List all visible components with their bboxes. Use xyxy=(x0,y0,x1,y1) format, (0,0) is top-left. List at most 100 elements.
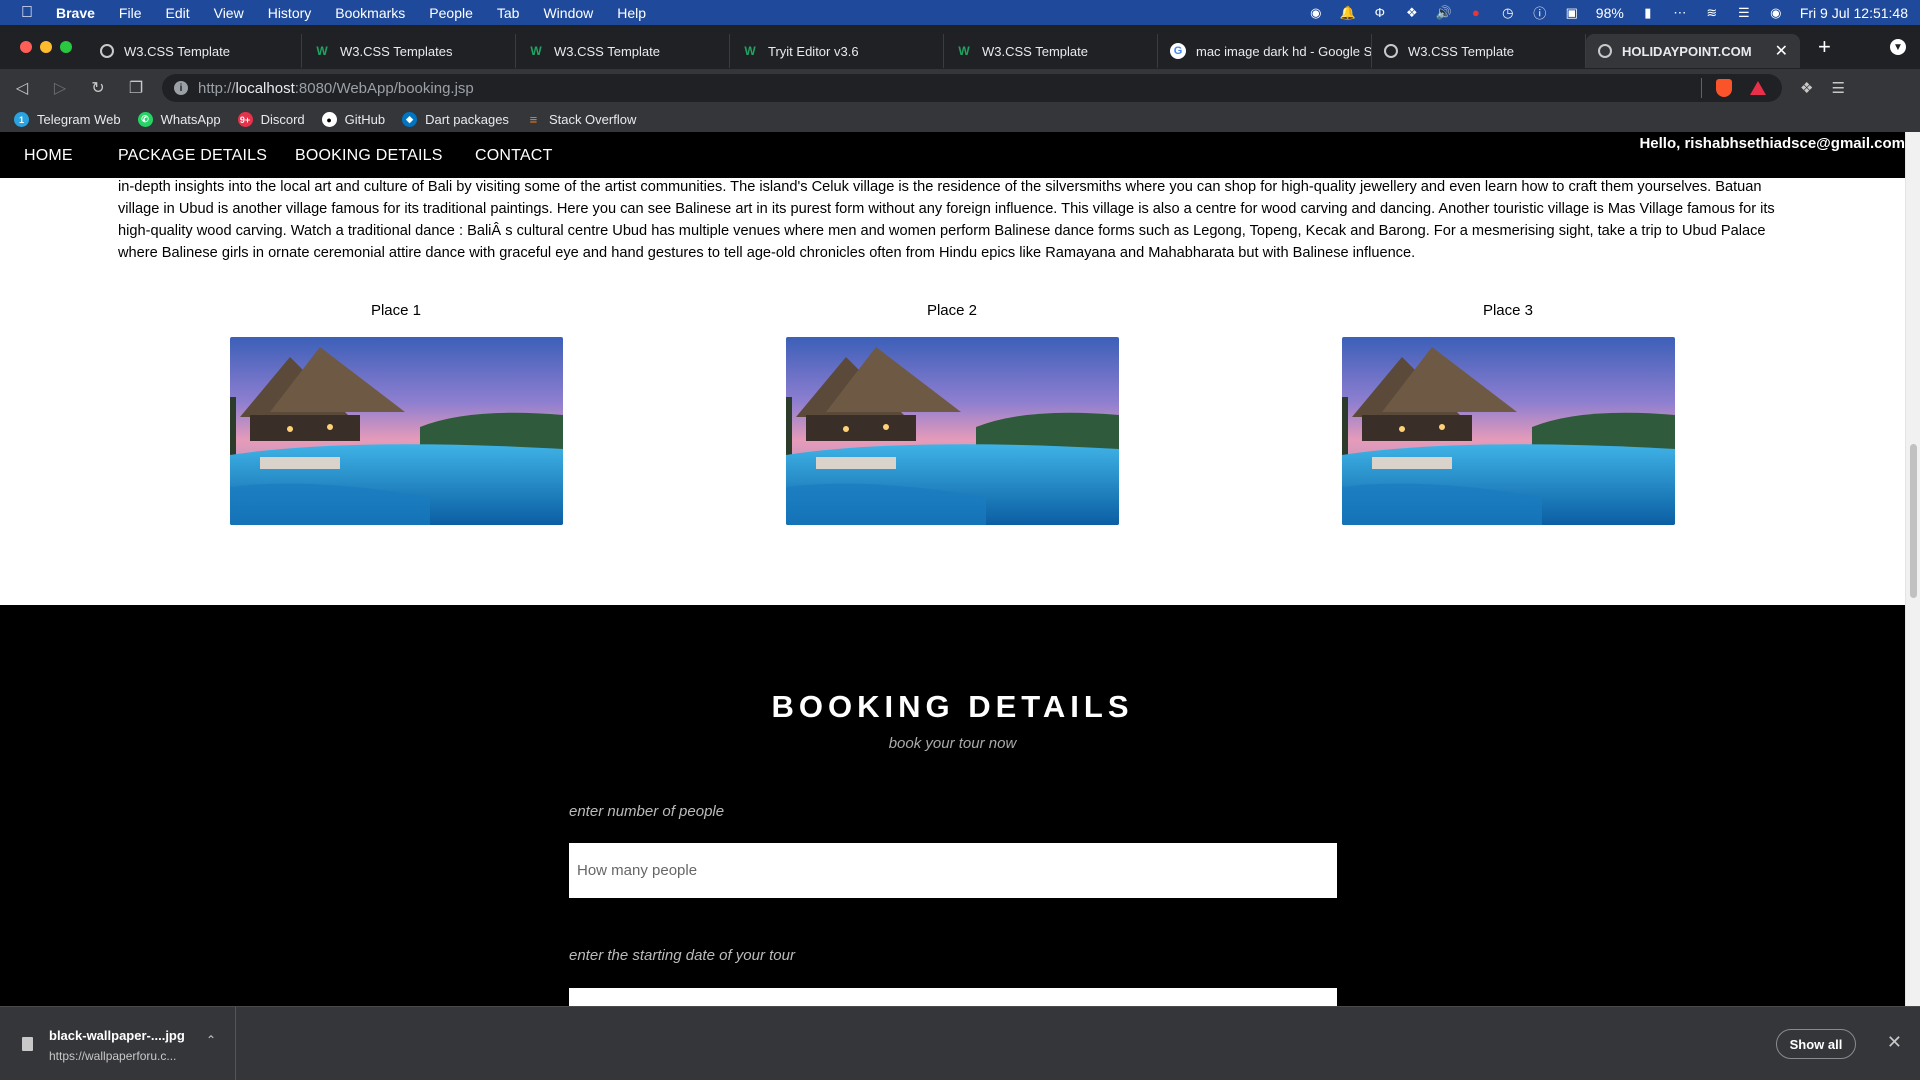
site-navbar: HOME PACKAGE DETAILS BOOKING DETAILS CON… xyxy=(0,132,1905,178)
url-host: localhost xyxy=(235,79,295,97)
nav-home[interactable]: HOME xyxy=(24,147,73,165)
opera-badge-icon[interactable]: ● xyxy=(1468,5,1484,21)
zoom-window-button[interactable] xyxy=(60,41,72,53)
battery-icon[interactable]: ▮ xyxy=(1640,5,1656,21)
nav-contact[interactable]: CONTACT xyxy=(475,147,553,165)
place-3-label: Place 3 xyxy=(1482,302,1534,319)
dart-icon: ◆ xyxy=(402,112,418,127)
menu-history[interactable]: History xyxy=(256,5,324,21)
people-count-input[interactable] xyxy=(569,843,1337,898)
w3schools-icon: W xyxy=(958,44,970,58)
whatsapp-icon: ✆ xyxy=(137,112,153,127)
back-arrow-icon[interactable]: ◁ xyxy=(6,78,38,98)
tab-title: W3.CSS Template xyxy=(554,43,660,59)
wifi-icon[interactable]: ≋ xyxy=(1704,5,1720,21)
tab-title: mac image dark hd - Google Se xyxy=(1196,43,1372,59)
bluetooth-dots-icon[interactable]: ⋯ xyxy=(1672,5,1688,21)
bookmark-label: GitHub xyxy=(344,112,386,127)
scrollbar-thumb[interactable] xyxy=(1910,444,1917,598)
url-path: :8080/WebApp/booking.jsp xyxy=(294,79,474,97)
address-divider xyxy=(1701,78,1702,98)
download-bar: black-wallpaper-....jpg https://wallpape… xyxy=(0,1006,1920,1080)
booking-section: BOOKING DETAILS book your tour now enter… xyxy=(0,605,1905,1006)
show-all-downloads-button[interactable]: Show all xyxy=(1776,1029,1856,1059)
browser-menu-icon[interactable]: ☰ xyxy=(1831,79,1844,97)
w3schools-icon: W xyxy=(316,44,328,58)
menu-edit[interactable]: Edit xyxy=(153,5,201,21)
bookmark-whatsapp[interactable]: ✆ WhatsApp xyxy=(137,112,221,127)
stackoverflow-icon: ≡ xyxy=(529,112,538,127)
address-bar[interactable]: i http:// localhost :8080/WebApp/booking… xyxy=(162,74,1782,102)
browser-tab[interactable]: W3.CSS Template xyxy=(88,34,302,68)
url-scheme: http:// xyxy=(198,79,236,97)
browser-tab[interactable]: G mac image dark hd - Google Se xyxy=(1158,34,1372,68)
window-switch-icon[interactable]: ▣ xyxy=(1564,5,1580,21)
tab-search-icon[interactable]: ▼ xyxy=(1890,39,1906,55)
bookmark-label: Telegram Web xyxy=(37,112,121,127)
menubar-clock[interactable]: Fri 9 Jul 12:51:48 xyxy=(1800,5,1908,21)
download-filename: black-wallpaper-....jpg xyxy=(49,1028,185,1043)
grammarly-icon[interactable]: ◉ xyxy=(1308,5,1324,21)
tab-title: Tryit Editor v3.6 xyxy=(768,43,859,59)
page-scrollbar[interactable] xyxy=(1905,132,1920,1006)
browser-toolbar: ◁ ▷ ↻ ❐ i http:// localhost :8080/WebApp… xyxy=(0,69,1920,107)
close-tab-icon[interactable]: ✕ xyxy=(1775,41,1788,61)
close-window-button[interactable] xyxy=(20,41,32,53)
close-icon[interactable]: ✕ xyxy=(1887,1032,1902,1053)
bookmarks-bar: 1 Telegram Web ✆ WhatsApp 9+ Discord ● G… xyxy=(0,107,1920,132)
bookmark-stack-overflow[interactable]: ≡ Stack Overflow xyxy=(526,112,637,127)
file-icon xyxy=(22,1037,33,1051)
github-icon: ● xyxy=(321,112,337,127)
globe-icon xyxy=(100,44,114,58)
site-info-icon[interactable]: i xyxy=(174,81,188,95)
bookmark-icon[interactable]: ❐ xyxy=(120,78,152,98)
google-icon: G xyxy=(1170,43,1186,59)
chevron-up-icon[interactable]: ⌃ xyxy=(206,1033,216,1047)
place-1-image xyxy=(230,337,563,525)
focus-icon[interactable]: ❖ xyxy=(1404,5,1420,21)
menu-view[interactable]: View xyxy=(202,5,256,21)
browser-tab[interactable]: W Tryit Editor v3.6 xyxy=(730,34,944,68)
apple-icon[interactable]:  xyxy=(0,4,54,22)
control-center-icon[interactable]: ☰ xyxy=(1736,5,1752,21)
menu-help[interactable]: Help xyxy=(605,5,658,21)
notification-bell-icon[interactable]: 🔔 xyxy=(1340,5,1356,21)
menu-people[interactable]: People xyxy=(417,5,485,21)
bookmark-dart-packages[interactable]: ◆ Dart packages xyxy=(402,112,509,127)
user-avatar-icon[interactable]: ◉ xyxy=(1768,5,1784,21)
browser-tab[interactable]: W W3.CSS Templates xyxy=(302,34,516,68)
bookmark-telegram-web[interactable]: 1 Telegram Web xyxy=(14,112,121,127)
minimize-window-button[interactable] xyxy=(40,41,52,53)
menu-window[interactable]: Window xyxy=(531,5,605,21)
brave-rewards-icon[interactable] xyxy=(1750,81,1766,95)
menu-bookmarks[interactable]: Bookmarks xyxy=(323,5,417,21)
brave-shields-icon[interactable] xyxy=(1716,79,1732,97)
browser-tab-active[interactable]: HOLIDAYPOINT.COM ✕ xyxy=(1586,34,1800,68)
extensions-puzzle-icon[interactable]: ❖ xyxy=(1800,79,1813,97)
vpn-icon[interactable]: Φ xyxy=(1372,5,1388,21)
browser-tab[interactable]: W W3.CSS Template xyxy=(516,34,730,68)
bookmark-github[interactable]: ● GitHub xyxy=(321,112,386,127)
browser-tab[interactable]: W W3.CSS Template xyxy=(944,34,1158,68)
volume-icon[interactable]: 🔊 xyxy=(1436,5,1452,21)
time-machine-icon[interactable]: ◷ xyxy=(1500,5,1516,21)
w3schools-icon: W xyxy=(530,44,542,58)
reload-icon[interactable]: ↻ xyxy=(82,78,114,98)
bookmark-discord[interactable]: 9+ Discord xyxy=(237,112,305,127)
w3schools-icon: W xyxy=(744,44,756,58)
forward-arrow-icon[interactable]: ▷ xyxy=(44,78,76,98)
nav-booking-details[interactable]: BOOKING DETAILS xyxy=(295,147,443,165)
download-item[interactable]: black-wallpaper-....jpg https://wallpape… xyxy=(18,1007,236,1080)
telegram-icon: 1 xyxy=(14,112,29,127)
discord-icon: 9+ xyxy=(237,112,253,127)
menu-tab[interactable]: Tab xyxy=(485,5,532,21)
browser-tab[interactable]: W3.CSS Template xyxy=(1372,34,1586,68)
status-area: ◉ 🔔 Φ ❖ 🔊 ● ◷ ⓘ ▣ 98% ▮ ⋯ ≋ ☰ ◉ Fri 9 Ju… xyxy=(1308,5,1920,22)
menu-file[interactable]: File xyxy=(107,5,154,21)
nav-package-details[interactable]: PACKAGE DETAILS xyxy=(118,147,267,165)
start-date-input[interactable] xyxy=(569,988,1337,1006)
tab-title: W3.CSS Template xyxy=(982,43,1088,59)
menu-app-brave[interactable]: Brave xyxy=(54,5,107,21)
info-circle-icon[interactable]: ⓘ xyxy=(1532,5,1548,21)
new-tab-button[interactable]: + xyxy=(1818,34,1831,60)
